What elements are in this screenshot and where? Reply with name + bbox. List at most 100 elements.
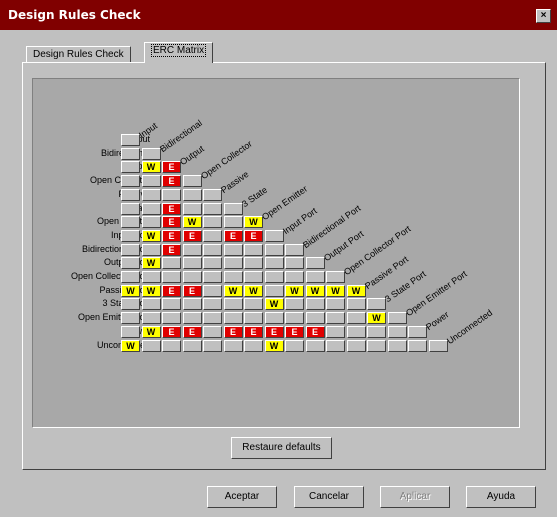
- accept-button[interactable]: Aceptar: [207, 486, 277, 508]
- matrix-cell[interactable]: [346, 339, 366, 352]
- close-button[interactable]: ×: [536, 9, 551, 23]
- matrix-cell[interactable]: W: [305, 284, 325, 297]
- matrix-cell[interactable]: [203, 257, 222, 270]
- matrix-cell[interactable]: [182, 243, 202, 256]
- apply-button[interactable]: Aplicar: [380, 486, 450, 508]
- matrix-cell[interactable]: [203, 188, 222, 201]
- matrix-cell[interactable]: [223, 243, 243, 256]
- matrix-cell[interactable]: [121, 243, 140, 256]
- matrix-cell[interactable]: [121, 312, 140, 325]
- matrix-cell[interactable]: [141, 339, 161, 352]
- matrix-cell[interactable]: [121, 202, 140, 215]
- matrix-cell[interactable]: [182, 202, 202, 215]
- matrix-cell[interactable]: [162, 339, 181, 352]
- matrix-cell[interactable]: [203, 325, 222, 338]
- matrix-cell[interactable]: [285, 298, 304, 311]
- matrix-cell[interactable]: W: [264, 298, 284, 311]
- matrix-cell[interactable]: [367, 339, 386, 352]
- matrix-cell[interactable]: [367, 325, 386, 338]
- matrix-cell[interactable]: [244, 243, 263, 256]
- matrix-cell[interactable]: [121, 257, 140, 270]
- matrix-cell[interactable]: E: [162, 161, 181, 174]
- matrix-cell[interactable]: [285, 312, 304, 325]
- matrix-cell[interactable]: [203, 284, 222, 297]
- matrix-cell[interactable]: [223, 216, 243, 229]
- matrix-cell[interactable]: [141, 312, 161, 325]
- matrix-cell[interactable]: E: [162, 216, 181, 229]
- matrix-cell[interactable]: [121, 298, 140, 311]
- matrix-cell[interactable]: W: [367, 312, 386, 325]
- matrix-cell[interactable]: [162, 257, 181, 270]
- matrix-cell[interactable]: [121, 325, 140, 338]
- matrix-cell[interactable]: [223, 339, 243, 352]
- matrix-cell[interactable]: [141, 202, 161, 215]
- matrix-cell[interactable]: E: [182, 325, 202, 338]
- matrix-cell[interactable]: [367, 298, 386, 311]
- matrix-cell[interactable]: [121, 161, 140, 174]
- matrix-cell[interactable]: [285, 243, 304, 256]
- cancel-button[interactable]: Cancelar: [294, 486, 364, 508]
- matrix-cell[interactable]: [305, 257, 325, 270]
- matrix-cell[interactable]: E: [305, 325, 325, 338]
- matrix-cell[interactable]: [182, 271, 202, 283]
- matrix-cell[interactable]: W: [141, 325, 161, 338]
- matrix-cell[interactable]: W: [141, 161, 161, 174]
- matrix-cell[interactable]: [182, 339, 202, 352]
- restore-defaults-button[interactable]: Restaure defaults: [231, 437, 332, 459]
- matrix-cell[interactable]: [285, 271, 304, 283]
- matrix-cell[interactable]: [121, 175, 140, 188]
- matrix-cell[interactable]: [121, 188, 140, 201]
- matrix-cell[interactable]: [203, 339, 222, 352]
- matrix-cell[interactable]: [141, 216, 161, 229]
- matrix-cell[interactable]: E: [244, 325, 263, 338]
- matrix-cell[interactable]: [182, 188, 202, 201]
- matrix-cell[interactable]: W: [346, 284, 366, 297]
- matrix-cell[interactable]: [326, 312, 345, 325]
- matrix-cell[interactable]: [305, 312, 325, 325]
- matrix-cell[interactable]: [121, 216, 140, 229]
- matrix-cell[interactable]: [346, 312, 366, 325]
- matrix-cell[interactable]: [182, 298, 202, 311]
- matrix-cell[interactable]: W: [141, 229, 161, 242]
- matrix-cell[interactable]: W: [121, 284, 140, 297]
- matrix-cell[interactable]: [162, 312, 181, 325]
- matrix-cell[interactable]: W: [141, 257, 161, 270]
- matrix-cell[interactable]: [203, 243, 222, 256]
- matrix-cell[interactable]: [203, 271, 222, 283]
- matrix-cell[interactable]: [141, 175, 161, 188]
- matrix-cell[interactable]: [182, 175, 202, 188]
- matrix-cell[interactable]: [121, 271, 140, 283]
- matrix-cell[interactable]: [223, 298, 243, 311]
- matrix-cell[interactable]: W: [285, 284, 304, 297]
- matrix-cell[interactable]: [264, 243, 284, 256]
- matrix-cell[interactable]: W: [141, 284, 161, 297]
- matrix-cell[interactable]: [305, 298, 325, 311]
- matrix-cell[interactable]: [121, 229, 140, 242]
- matrix-cell[interactable]: W: [223, 284, 243, 297]
- help-button[interactable]: Ayuda: [466, 486, 536, 508]
- matrix-cell[interactable]: [121, 147, 140, 160]
- matrix-cell[interactable]: [346, 325, 366, 338]
- matrix-cell[interactable]: [285, 339, 304, 352]
- matrix-cell[interactable]: [305, 339, 325, 352]
- matrix-cell[interactable]: W: [244, 284, 263, 297]
- matrix-cell[interactable]: [326, 325, 345, 338]
- matrix-cell[interactable]: [305, 271, 325, 283]
- matrix-cell[interactable]: [141, 271, 161, 283]
- matrix-cell[interactable]: E: [285, 325, 304, 338]
- matrix-cell[interactable]: [264, 284, 284, 297]
- matrix-cell[interactable]: [408, 325, 427, 338]
- matrix-cell[interactable]: [182, 312, 202, 325]
- matrix-cell[interactable]: [203, 312, 222, 325]
- matrix-cell[interactable]: [264, 271, 284, 283]
- matrix-cell[interactable]: [223, 257, 243, 270]
- matrix-cell[interactable]: [121, 134, 140, 146]
- matrix-cell[interactable]: [203, 229, 222, 242]
- matrix-cell[interactable]: [141, 243, 161, 256]
- matrix-cell[interactable]: E: [162, 229, 181, 242]
- tab-erc-matrix[interactable]: ERC Matrix: [144, 42, 214, 63]
- matrix-cell[interactable]: W: [182, 216, 202, 229]
- matrix-cell[interactable]: [264, 312, 284, 325]
- matrix-cell[interactable]: [408, 339, 427, 352]
- matrix-cell[interactable]: [244, 271, 263, 283]
